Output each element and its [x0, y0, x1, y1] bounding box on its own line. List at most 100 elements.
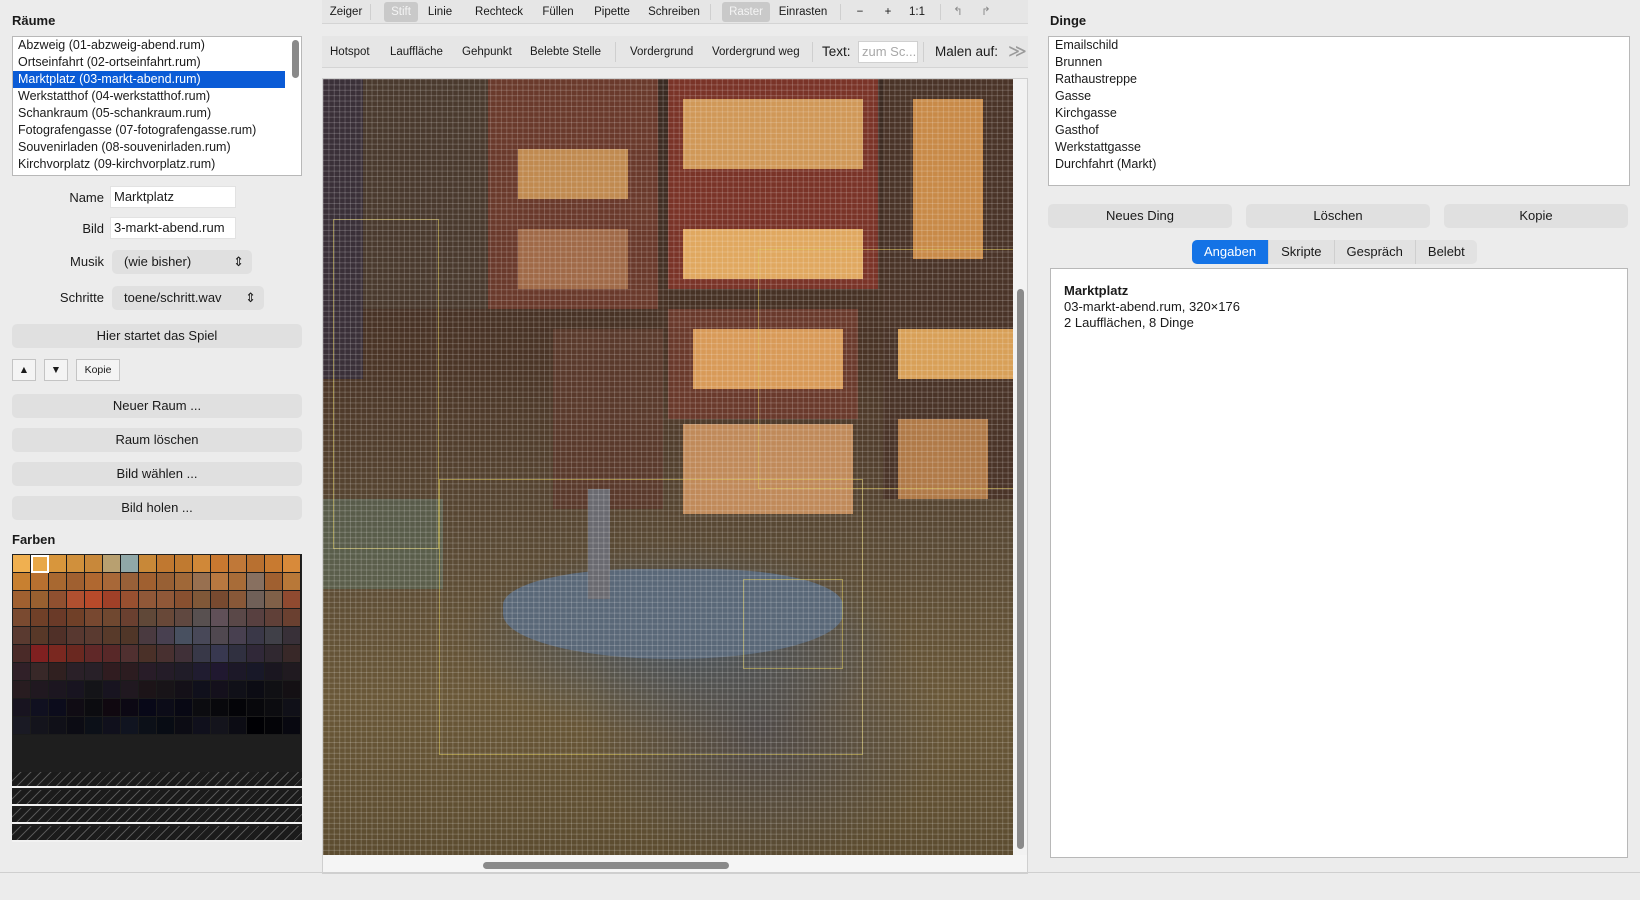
color-swatch[interactable]	[229, 555, 247, 573]
color-swatch[interactable]	[265, 627, 283, 645]
color-swatch[interactable]	[229, 681, 247, 699]
color-swatch[interactable]	[13, 609, 31, 627]
color-swatch[interactable]	[103, 645, 121, 663]
color-swatch[interactable]	[193, 681, 211, 699]
bild-field[interactable]: 3-markt-abend.rum	[110, 217, 236, 239]
color-swatch[interactable]	[67, 717, 85, 735]
tool-fuellen[interactable]: Füllen	[538, 0, 578, 24]
color-swatch[interactable]	[175, 663, 193, 681]
color-swatch[interactable]	[103, 681, 121, 699]
color-swatch[interactable]	[13, 681, 31, 699]
color-swatch[interactable]	[175, 555, 193, 573]
color-swatch[interactable]	[283, 591, 301, 609]
color-swatch[interactable]	[211, 645, 229, 663]
color-swatch[interactable]	[49, 663, 67, 681]
musik-select[interactable]: (wie bisher) ⇕	[112, 250, 252, 274]
color-swatch[interactable]	[175, 699, 193, 717]
color-swatch[interactable]	[49, 645, 67, 663]
color-swatch[interactable]	[139, 681, 157, 699]
color-swatch[interactable]	[121, 627, 139, 645]
color-swatch[interactable]	[13, 699, 31, 717]
color-swatch[interactable]	[67, 609, 85, 627]
tool-linie[interactable]: Linie	[424, 0, 456, 24]
color-swatch[interactable]	[247, 609, 265, 627]
color-swatch[interactable]	[67, 699, 85, 717]
color-swatch[interactable]	[49, 591, 67, 609]
color-swatch[interactable]	[265, 609, 283, 627]
things-list[interactable]: Emailschild Brunnen Rathaustreppe Gasse Kirc…	[1048, 36, 1630, 186]
tool-pipette[interactable]: Pipette	[590, 0, 634, 24]
color-swatch[interactable]	[247, 591, 265, 609]
color-swatch[interactable]	[67, 663, 85, 681]
room-list-item[interactable]: Fotografengasse (07-fotografengasse.rum)	[13, 122, 285, 139]
redo-icon[interactable]: ↱	[978, 0, 994, 24]
room-list-item[interactable]: Ortseinfahrt (02-ortseinfahrt.rum)	[13, 54, 285, 71]
color-swatch[interactable]	[175, 645, 193, 663]
delete-room-button[interactable]: Raum löschen	[12, 428, 302, 452]
color-swatch[interactable]	[265, 717, 283, 735]
color-swatch[interactable]	[13, 627, 31, 645]
copy-room-button[interactable]: Kopie	[76, 359, 120, 381]
color-swatch[interactable]	[67, 573, 85, 591]
color-swatch[interactable]	[247, 699, 265, 717]
color-swatch[interactable]	[211, 717, 229, 735]
color-swatch[interactable]	[265, 645, 283, 663]
color-swatch[interactable]	[283, 627, 301, 645]
color-swatch[interactable]	[283, 699, 301, 717]
color-swatch[interactable]	[265, 573, 283, 591]
color-swatch[interactable]	[85, 609, 103, 627]
thing-list-item[interactable]: Gasse	[1049, 88, 1629, 105]
new-room-button[interactable]: Neuer Raum ...	[12, 394, 302, 418]
zoom-in-button[interactable]: +	[880, 0, 896, 24]
color-swatch[interactable]	[13, 645, 31, 663]
color-swatch[interactable]	[121, 573, 139, 591]
color-swatch[interactable]	[193, 591, 211, 609]
thing-list-item[interactable]: Werkstattgasse	[1049, 139, 1629, 156]
color-swatch[interactable]	[139, 609, 157, 627]
color-swatch[interactable]	[49, 681, 67, 699]
color-swatch[interactable]	[85, 681, 103, 699]
color-swatch[interactable]	[157, 645, 175, 663]
thing-list-item[interactable]: Rathaustreppe	[1049, 71, 1629, 88]
start-room-button[interactable]: Hier startet das Spiel	[12, 324, 302, 348]
color-swatch[interactable]	[121, 699, 139, 717]
color-swatch[interactable]	[229, 591, 247, 609]
color-swatch[interactable]	[103, 555, 121, 573]
rooms-list[interactable]: Abzweig (01-abzweig-abend.rum) Ortseinfah…	[12, 36, 302, 176]
color-swatch[interactable]	[103, 573, 121, 591]
zoom-reset-button[interactable]: 1:1	[906, 0, 928, 24]
color-swatch[interactable]	[193, 609, 211, 627]
color-swatch[interactable]	[49, 699, 67, 717]
color-swatch[interactable]	[121, 663, 139, 681]
color-swatch[interactable]	[49, 627, 67, 645]
tab-skripte[interactable]: Skripte	[1269, 240, 1335, 264]
color-swatch[interactable]	[49, 573, 67, 591]
hotspot-button[interactable]: Hotspot	[330, 36, 370, 68]
canvas-vscroll-thumb[interactable]	[1017, 289, 1024, 849]
remove-foreground-button[interactable]: Vordergrund weg	[712, 36, 800, 68]
color-swatch[interactable]	[13, 573, 31, 591]
color-swatch[interactable]	[103, 699, 121, 717]
thing-list-item[interactable]: Durchfahrt (Markt)	[1049, 156, 1629, 173]
color-swatch[interactable]	[139, 717, 157, 735]
new-thing-button[interactable]: Neues Ding	[1048, 204, 1232, 228]
snap-toggle[interactable]: Einrasten	[776, 0, 830, 24]
color-swatch[interactable]	[103, 717, 121, 735]
color-swatch[interactable]	[85, 663, 103, 681]
color-swatch[interactable]	[175, 609, 193, 627]
room-list-item[interactable]: Kirchvorplatz (09-kirchvorplatz.rum)	[13, 156, 285, 173]
color-swatch[interactable]	[31, 717, 49, 735]
walkpoint-button[interactable]: Gehpunkt	[462, 36, 512, 68]
rooms-scrollbar[interactable]	[292, 40, 299, 78]
color-swatch[interactable]	[283, 609, 301, 627]
color-swatch[interactable]	[67, 681, 85, 699]
color-swatch[interactable]	[229, 573, 247, 591]
color-swatch[interactable]	[157, 663, 175, 681]
color-swatch[interactable]	[139, 645, 157, 663]
color-swatch[interactable]	[85, 699, 103, 717]
color-swatch[interactable]	[139, 591, 157, 609]
color-swatch[interactable]	[85, 573, 103, 591]
color-swatch[interactable]	[31, 609, 49, 627]
color-swatch[interactable]	[229, 627, 247, 645]
color-swatch[interactable]	[139, 573, 157, 591]
